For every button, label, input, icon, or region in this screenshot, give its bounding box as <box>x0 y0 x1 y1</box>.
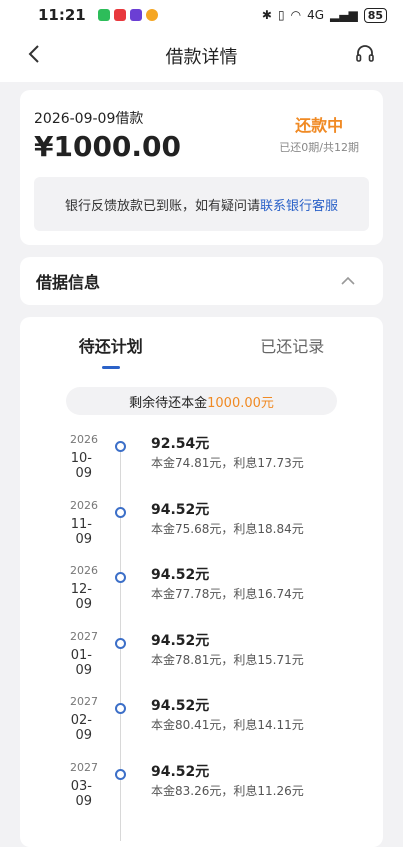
row-amount: 94.52元 <box>151 632 210 649</box>
timeline-dot-icon <box>115 441 126 452</box>
status-bar: 11:21 ✱ ▯ ◠ 4G ▂▄▆ 85 <box>0 0 403 30</box>
plan-tabs: 待还计划 已还记录 <box>20 327 383 369</box>
app-notification-icon <box>129 9 142 21</box>
row-date: 12-09 <box>70 582 92 612</box>
app-notification-icon <box>113 9 126 21</box>
bluetooth-icon: ✱ <box>261 8 272 22</box>
chevron-up-icon[interactable] <box>341 273 355 289</box>
tab-repaid-records[interactable]: 已还记录 <box>202 327 384 369</box>
wifi-icon: ◠ <box>290 8 302 22</box>
timeline-dot-icon <box>115 703 126 714</box>
weibo-icon <box>145 9 158 21</box>
remaining-label: 剩余待还本金 <box>129 395 208 411</box>
row-date: 10-09 <box>70 451 92 481</box>
row-year: 2026 <box>70 564 98 577</box>
schedule-row: 2027 02-09 94.52元 本金80.41元，利息14.11元 <box>20 695 383 761</box>
timeline-dot-icon <box>115 572 126 583</box>
row-date: 01-09 <box>70 647 92 678</box>
timeline-dot-icon <box>115 506 126 518</box>
row-detail: 本金77.78元，利息16.74元 <box>151 587 304 601</box>
timeline-dot-icon <box>115 768 126 780</box>
row-date: 11-09 <box>70 516 92 547</box>
row-detail: 本金75.68元，利息18.84元 <box>151 521 304 536</box>
schedule-row: 2026 12-09 94.52元 本金77.78元，利息16.74元 <box>20 564 383 630</box>
notice-text: 银行反馈放款已到账，如有疑问请 <box>64 198 260 214</box>
row-amount: 92.54元 <box>151 436 210 452</box>
loan-summary-card: 2026-09-09借款 ¥1000.00 还款中 已还0期/共12期 银行反馈… <box>20 90 383 245</box>
bank-notice: 银行反馈放款已到账，如有疑问请 联系银行客服 <box>34 177 369 231</box>
row-amount: 94.52元 <box>151 698 210 714</box>
page-title: 借款详情 <box>165 47 238 68</box>
repayment-progress: 已还0期/共12期 <box>279 141 359 154</box>
repayment-plan-card: 待还计划 已还记录 剩余待还本金 1000.00元 2026 10-09 92.5… <box>20 317 383 847</box>
back-arrow-icon[interactable] <box>28 44 40 70</box>
remaining-principal: 剩余待还本金 1000.00元 <box>66 387 337 415</box>
row-year: 2027 <box>70 629 98 643</box>
loan-info-section[interactable]: 借据信息 <box>20 257 383 305</box>
row-detail: 本金80.41元，利息14.11元 <box>151 718 304 732</box>
vibrate-icon: ▯ <box>277 8 285 22</box>
row-amount: 94.52元 <box>151 763 210 780</box>
row-date: 02-09 <box>70 713 92 743</box>
contact-bank-link[interactable]: 联系银行客服 <box>260 195 338 214</box>
remaining-amount: 1000.00元 <box>207 395 274 411</box>
status-time: 11:21 <box>38 6 86 24</box>
row-year: 2026 <box>70 433 98 446</box>
timeline-dot-icon <box>115 637 126 649</box>
signal-icon: ▂▄▆ <box>330 8 358 22</box>
row-detail: 本金74.81元，利息17.73元 <box>151 456 304 470</box>
row-year: 2026 <box>70 498 98 512</box>
section-title: 借据信息 <box>36 273 101 292</box>
row-year: 2027 <box>70 760 98 774</box>
page-header: 借款详情 <box>0 30 403 82</box>
network-label: 4G <box>307 8 324 22</box>
row-amount: 94.52元 <box>151 501 210 518</box>
row-amount: 94.52元 <box>151 567 210 583</box>
schedule-row: 2027 01-09 94.52元 本金78.81元，利息15.71元 <box>20 630 383 696</box>
row-detail: 本金78.81元，利息15.71元 <box>151 652 304 667</box>
app-notification-icon <box>97 9 110 21</box>
row-date: 03-09 <box>70 778 92 809</box>
schedule-row: 2026 11-09 94.52元 本金75.68元，利息18.84元 <box>20 499 383 565</box>
row-year: 2027 <box>70 695 98 708</box>
battery-indicator: 85 <box>363 7 387 23</box>
tab-pending-plan[interactable]: 待还计划 <box>20 327 202 369</box>
schedule-row: 2027 03-09 94.52元 本金83.26元，利息11.26元 <box>20 761 383 827</box>
repayment-timeline: 2026 10-09 92.54元 本金74.81元，利息17.73元 2026… <box>20 433 383 841</box>
repayment-status: 还款中 已还0期/共12期 <box>279 112 359 155</box>
row-detail: 本金83.26元，利息11.26元 <box>151 783 304 798</box>
status-label: 还款中 <box>295 116 344 135</box>
schedule-row: 2026 10-09 92.54元 本金74.81元，利息17.73元 <box>20 433 383 499</box>
headset-icon[interactable] <box>355 44 375 69</box>
